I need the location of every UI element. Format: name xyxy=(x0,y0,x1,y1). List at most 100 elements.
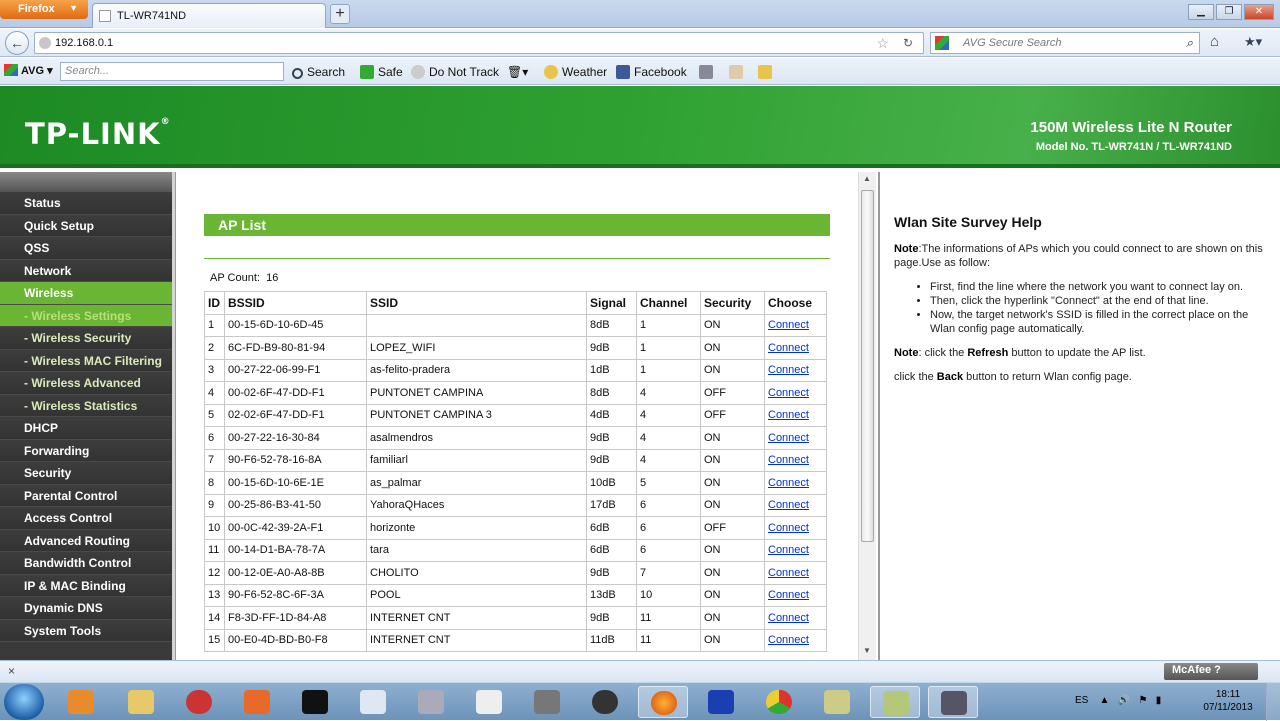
connect-link[interactable]: Connect xyxy=(764,606,827,630)
language-indicator[interactable]: ES xyxy=(1075,695,1088,706)
table-cell: 00-15-6D-10-6D-45 xyxy=(224,313,367,337)
notepad-icon[interactable] xyxy=(729,65,747,79)
sidebar-item[interactable]: Status xyxy=(0,192,172,215)
sidebar-item[interactable]: - Wireless Statistics xyxy=(0,394,172,417)
connect-link[interactable]: Connect xyxy=(764,336,827,360)
sidebar-item[interactable]: Advanced Routing xyxy=(0,529,172,552)
home-icon[interactable]: ⌂ xyxy=(1210,33,1219,50)
toolbar-search-input[interactable]: Search... xyxy=(60,62,284,81)
sidebar-item[interactable]: - Wireless MAC Filtering xyxy=(0,349,172,372)
firefox-taskbar-icon[interactable] xyxy=(638,686,688,718)
bookmark-star-icon[interactable]: ☆ xyxy=(876,35,889,52)
calculator-taskbar-icon[interactable] xyxy=(406,686,456,718)
connect-link[interactable]: Connect xyxy=(764,448,827,472)
sidebar-item[interactable]: - Wireless Advanced xyxy=(0,372,172,395)
sidebar-item[interactable]: DHCP xyxy=(0,417,172,440)
app-taskbar-icon-5[interactable] xyxy=(522,686,572,718)
weather-button[interactable]: Weather xyxy=(544,65,607,79)
sidebar-item[interactable]: Wireless xyxy=(0,282,172,305)
minimize-button[interactable]: ▁ xyxy=(1188,4,1214,20)
new-tab-button[interactable]: + xyxy=(330,4,350,24)
snapshot-icon[interactable] xyxy=(758,65,776,79)
close-window-button[interactable]: ✕ xyxy=(1244,4,1274,20)
connect-link[interactable]: Connect xyxy=(764,358,827,382)
app-taskbar-icon-9[interactable] xyxy=(870,686,920,718)
sidebar-item[interactable]: IP & MAC Binding xyxy=(0,574,172,597)
sidebar-item[interactable]: Quick Setup xyxy=(0,214,172,237)
search-icon[interactable]: ⌕ xyxy=(1186,35,1193,51)
url-bar[interactable]: 192.168.0.1 ☆ ↻ xyxy=(34,32,924,54)
browser-tab[interactable]: TL-WR741ND xyxy=(92,3,326,28)
cmd-taskbar-icon[interactable] xyxy=(290,686,340,718)
sidebar-item[interactable]: Network xyxy=(0,259,172,282)
app-taskbar-icon-8[interactable] xyxy=(812,686,862,718)
sidebar-item[interactable]: - Wireless Settings xyxy=(0,304,172,327)
table-row: 6 00-27-22-16-30-84 asalmendros 9dB 4 ON Conne… xyxy=(204,426,827,450)
connect-link[interactable]: Connect xyxy=(764,493,827,517)
firefox-menu-button[interactable]: Firefox ▼ xyxy=(0,0,88,19)
connect-link[interactable]: Connect xyxy=(764,403,827,427)
content-scrollbar[interactable]: ▲ ▼ xyxy=(858,172,876,660)
connect-link[interactable]: Connect xyxy=(764,538,827,562)
scroll-down-icon[interactable]: ▼ xyxy=(863,646,871,655)
clock[interactable]: 18:11 07/11/2013 xyxy=(1200,688,1256,714)
connect-link[interactable]: Connect xyxy=(764,561,827,585)
mcafee-button[interactable]: McAfee ? xyxy=(1164,663,1258,680)
sidebar-item[interactable]: Dynamic DNS xyxy=(0,597,172,620)
help-back-post: button to return Wlan config page. xyxy=(963,371,1132,383)
calculator-icon[interactable] xyxy=(699,65,717,79)
trash-icon[interactable]: 🗑▾ xyxy=(507,65,528,79)
sidebar-item[interactable]: System Tools xyxy=(0,619,172,642)
do-not-track-button[interactable]: Do Not Track xyxy=(411,65,499,79)
table-row: 14 F8-3D-FF-1D-84-A8 INTERNET CNT 9dB 11 ON Co… xyxy=(204,606,827,630)
connect-link[interactable]: Connect xyxy=(764,313,827,337)
connect-link[interactable]: Connect xyxy=(764,583,827,607)
facebook-button[interactable]: Facebook xyxy=(616,65,687,79)
scroll-up-icon[interactable]: ▲ xyxy=(863,174,871,183)
help-back-pre: click the xyxy=(894,371,937,383)
sidebar-item[interactable]: Parental Control xyxy=(0,484,172,507)
app-taskbar-icon-10[interactable] xyxy=(928,686,978,718)
sidebar-item[interactable]: - Wireless Security xyxy=(0,327,172,350)
app-taskbar-icon-7[interactable] xyxy=(696,686,746,718)
bookmarks-menu-icon[interactable]: ★▾ xyxy=(1244,34,1262,50)
app-taskbar-icon-6[interactable] xyxy=(580,686,630,718)
close-addon-bar-icon[interactable]: × xyxy=(8,664,15,678)
ap-list-panel: AP List AP Count: 16 ID BSSID SSID Signal Ch… xyxy=(177,172,857,660)
column-header: BSSID xyxy=(224,291,367,315)
eye-icon xyxy=(411,65,425,79)
avg-logo[interactable]: AVG ▾ xyxy=(4,64,53,77)
connect-link[interactable]: Connect xyxy=(764,471,827,495)
start-button[interactable] xyxy=(4,684,44,720)
calculator-icon xyxy=(418,690,444,714)
toolbar-search-placeholder: Search... xyxy=(65,65,110,77)
connect-link[interactable]: Connect xyxy=(764,426,827,450)
safe-button[interactable]: Safe xyxy=(360,65,403,79)
app-taskbar-icon-1[interactable] xyxy=(174,686,224,718)
app-taskbar-icon-3[interactable] xyxy=(348,686,398,718)
scrollbar-thumb[interactable] xyxy=(861,190,874,542)
connect-link[interactable]: Connect xyxy=(764,628,827,652)
explorer-taskbar-icon[interactable] xyxy=(116,686,166,718)
sidebar-item[interactable]: Bandwidth Control xyxy=(0,552,172,575)
restore-button[interactable]: ❐ xyxy=(1216,4,1242,20)
sidebar-item[interactable]: Security xyxy=(0,462,172,485)
reload-icon[interactable]: ↻ xyxy=(903,36,913,50)
connect-link[interactable]: Connect xyxy=(764,516,827,540)
folder-icon xyxy=(128,690,154,714)
sidebar-item[interactable]: Forwarding xyxy=(0,439,172,462)
frame-divider[interactable] xyxy=(172,172,176,660)
sidebar-item[interactable]: Access Control xyxy=(0,507,172,530)
back-button[interactable]: ← xyxy=(5,31,29,55)
table-cell: CHOLITO xyxy=(366,561,587,585)
chrome-taskbar-icon[interactable] xyxy=(754,686,804,718)
app-icon-4 xyxy=(476,690,502,714)
media-player-taskbar-icon[interactable] xyxy=(56,686,106,718)
app-taskbar-icon-2[interactable] xyxy=(232,686,282,718)
connect-link[interactable]: Connect xyxy=(764,381,827,405)
sidebar-item[interactable]: QSS xyxy=(0,237,172,260)
show-desktop-button[interactable] xyxy=(1266,683,1280,721)
toolbar-search-button[interactable]: Search xyxy=(292,65,345,79)
browser-search-input[interactable]: AVG Secure Search ⌕ xyxy=(930,32,1200,54)
app-taskbar-icon-4[interactable] xyxy=(464,686,514,718)
